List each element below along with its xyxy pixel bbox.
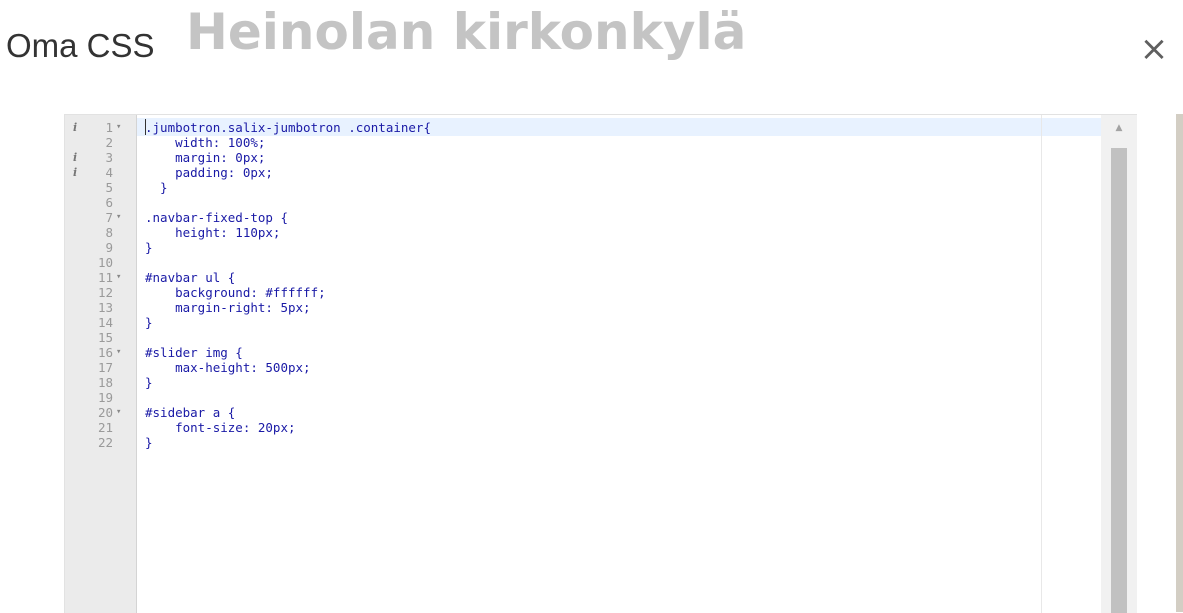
code-line[interactable]: 21 font-size: 20px; [65,420,1065,435]
info-icon[interactable]: i [73,165,83,180]
line-number: 13 [97,300,113,315]
code-line[interactable]: i 1 ▾ .jumbotron.salix-jumbotron .container… [65,120,1065,135]
code-text: } [145,375,153,390]
line-number: 3 [105,150,113,165]
code-text: height: 110px; [145,225,281,240]
line-number: 10 [97,255,113,270]
code-text: margin-right: 5px; [145,300,311,315]
code-text: .jumbotron.salix-jumbotron .container{ [145,120,431,135]
code-line[interactable]: 7 ▾ .navbar-fixed-top { [65,210,1065,225]
code-line[interactable]: 12 background: #ffffff; [65,285,1065,300]
code-line[interactable]: 22} [65,435,1065,450]
background-image-edge [1176,114,1183,612]
code-line[interactable]: 10 [65,255,1065,270]
fold-toggle-icon[interactable]: ▾ [116,210,128,225]
code-line[interactable]: 2 width: 100%; [65,135,1065,150]
line-number: 9 [105,240,113,255]
code-text: width: 100%; [145,135,266,150]
modal-title: Oma CSS [6,27,155,64]
code-text: background: #ffffff; [145,285,326,300]
line-number: 18 [97,375,113,390]
line-number: 19 [97,390,113,405]
fold-toggle-icon[interactable]: ▾ [116,270,128,285]
fold-toggle-icon[interactable]: ▾ [116,120,128,135]
line-number: 4 [105,165,113,180]
code-line[interactable]: 20 ▾ #sidebar a { [65,405,1065,420]
line-number: 16 [97,345,113,360]
vertical-scrollbar[interactable]: ▲ [1101,115,1137,613]
scroll-up-icon[interactable]: ▲ [1101,123,1137,133]
line-number: 2 [105,135,113,150]
code-text: } [145,315,153,330]
line-number: 7 [105,210,113,225]
line-number: 6 [105,195,113,210]
code-line[interactable]: 11 ▾ #navbar ul { [65,270,1065,285]
fold-toggle-icon[interactable]: ▾ [116,345,128,360]
line-number: 14 [97,315,113,330]
code-text: .navbar-fixed-top { [145,210,288,225]
background-site-title: Heinolan kirkonkylä [186,3,747,61]
info-icon[interactable]: i [73,120,83,135]
code-text: font-size: 20px; [145,420,296,435]
line-number: 8 [105,225,113,240]
code-text: #navbar ul { [145,270,236,285]
scrollbar-thumb[interactable] [1111,148,1127,613]
line-number: 5 [105,180,113,195]
code-line[interactable]: 9} [65,240,1065,255]
line-number: 21 [97,420,113,435]
line-number: 20 [97,405,113,420]
code-line[interactable]: 13 margin-right: 5px; [65,300,1065,315]
text-cursor [145,119,146,135]
code-text: max-height: 500px; [145,360,311,375]
info-icon[interactable]: i [73,150,83,165]
code-text: padding: 0px; [145,165,273,180]
code-text: margin: 0px; [145,150,266,165]
fold-toggle-icon[interactable]: ▾ [116,405,128,420]
code-text: } [145,435,153,450]
code-text: } [145,180,168,195]
line-number: 12 [97,285,113,300]
code-text: #slider img { [145,345,243,360]
code-line[interactable]: 8 height: 110px; [65,225,1065,240]
code-line[interactable]: 19 [65,390,1065,405]
line-number: 15 [97,330,113,345]
line-number: 11 [97,270,113,285]
line-number: 17 [97,360,113,375]
code-line[interactable]: 18} [65,375,1065,390]
code-line[interactable]: 6 [65,195,1065,210]
code-text: #sidebar a { [145,405,236,420]
css-code-editor[interactable]: i 1 ▾ .jumbotron.salix-jumbotron .container… [64,114,1137,613]
code-text: } [145,240,153,255]
code-line[interactable]: i 4 padding: 0px; [65,165,1065,180]
code-line[interactable]: 15 [65,330,1065,345]
code-line[interactable]: i 3 margin: 0px; [65,150,1065,165]
close-icon[interactable]: × [1135,30,1173,68]
code-line[interactable]: 5 } [65,180,1065,195]
code-line[interactable]: 16 ▾ #slider img { [65,345,1065,360]
code-line[interactable]: 14} [65,315,1065,330]
code-line[interactable]: 17 max-height: 500px; [65,360,1065,375]
line-number: 1 [105,120,113,135]
line-number: 22 [97,435,113,450]
